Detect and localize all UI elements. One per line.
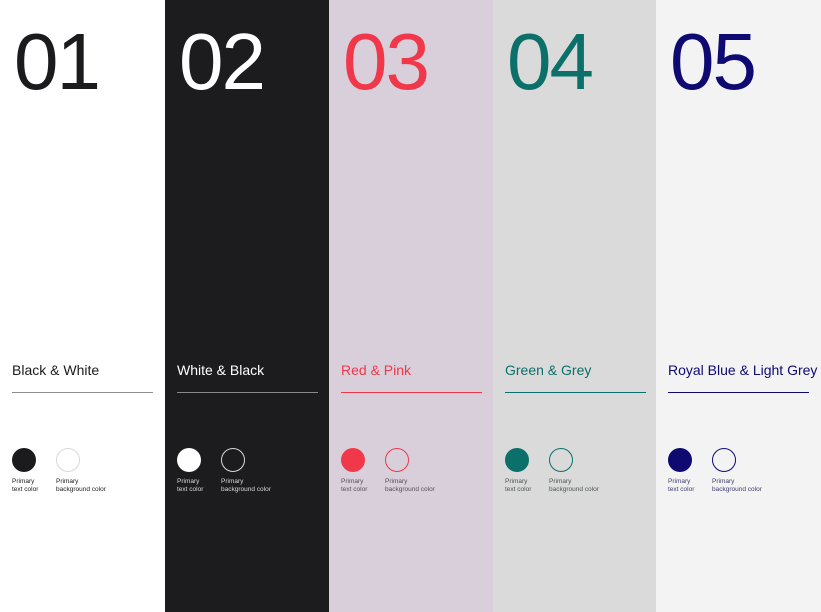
primary-text-color-swatch xyxy=(668,448,692,472)
primary-background-color-swatch xyxy=(712,448,736,472)
primary-background-color-label: Primary background color xyxy=(385,478,465,494)
palette-divider xyxy=(505,392,646,393)
palette-number: 05 xyxy=(670,17,757,106)
palette-panel-white-black: 02 White & Black Primary text color Prim… xyxy=(165,0,329,612)
label-line: Primary xyxy=(712,478,735,485)
primary-background-color-label: Primary background color xyxy=(221,478,301,494)
palette-number: 02 xyxy=(179,17,266,106)
palette-divider xyxy=(12,392,153,393)
palette-name: Black & White xyxy=(12,362,100,378)
primary-text-color-swatch xyxy=(177,448,201,472)
primary-text-color-swatch xyxy=(12,448,36,472)
primary-background-color-label: Primary background color xyxy=(56,478,136,494)
label-line: background color xyxy=(221,486,271,493)
palette-panel-royal-blue-light-grey: 05 Royal Blue & Light Grey Primary text … xyxy=(656,0,821,612)
palette-number: 04 xyxy=(507,17,594,106)
label-line: Primary xyxy=(385,478,408,485)
palette-name: Royal Blue & Light Grey xyxy=(668,362,818,378)
primary-background-color-label: Primary background color xyxy=(712,478,792,494)
label-line: Primary xyxy=(549,478,572,485)
palette-name: Green & Grey xyxy=(505,362,592,378)
palette-name: White & Black xyxy=(177,362,265,378)
palette-divider xyxy=(668,392,809,393)
palette-divider xyxy=(177,392,318,393)
label-line: background color xyxy=(56,486,106,493)
primary-background-color-swatch xyxy=(221,448,245,472)
palette-number: 01 xyxy=(14,17,101,106)
color-palette-board: 01 Black & White Primary text color Prim… xyxy=(0,0,821,612)
palette-panel-green-grey: 04 Green & Grey Primary text color Prima… xyxy=(493,0,656,612)
primary-background-color-swatch xyxy=(385,448,409,472)
palette-number: 03 xyxy=(343,17,430,106)
primary-text-color-swatch xyxy=(341,448,365,472)
label-line: background color xyxy=(385,486,435,493)
palette-panel-red-pink: 03 Red & Pink Primary text color Primary… xyxy=(329,0,493,612)
palette-panel-black-white: 01 Black & White Primary text color Prim… xyxy=(0,0,165,612)
primary-background-color-swatch xyxy=(56,448,80,472)
palette-name: Red & Pink xyxy=(341,362,412,378)
label-line: background color xyxy=(712,486,762,493)
label-line: Primary xyxy=(56,478,79,485)
primary-text-color-swatch xyxy=(505,448,529,472)
label-line: background color xyxy=(549,486,599,493)
primary-background-color-swatch xyxy=(549,448,573,472)
primary-background-color-label: Primary background color xyxy=(549,478,629,494)
label-line: Primary xyxy=(221,478,244,485)
palette-divider xyxy=(341,392,482,393)
